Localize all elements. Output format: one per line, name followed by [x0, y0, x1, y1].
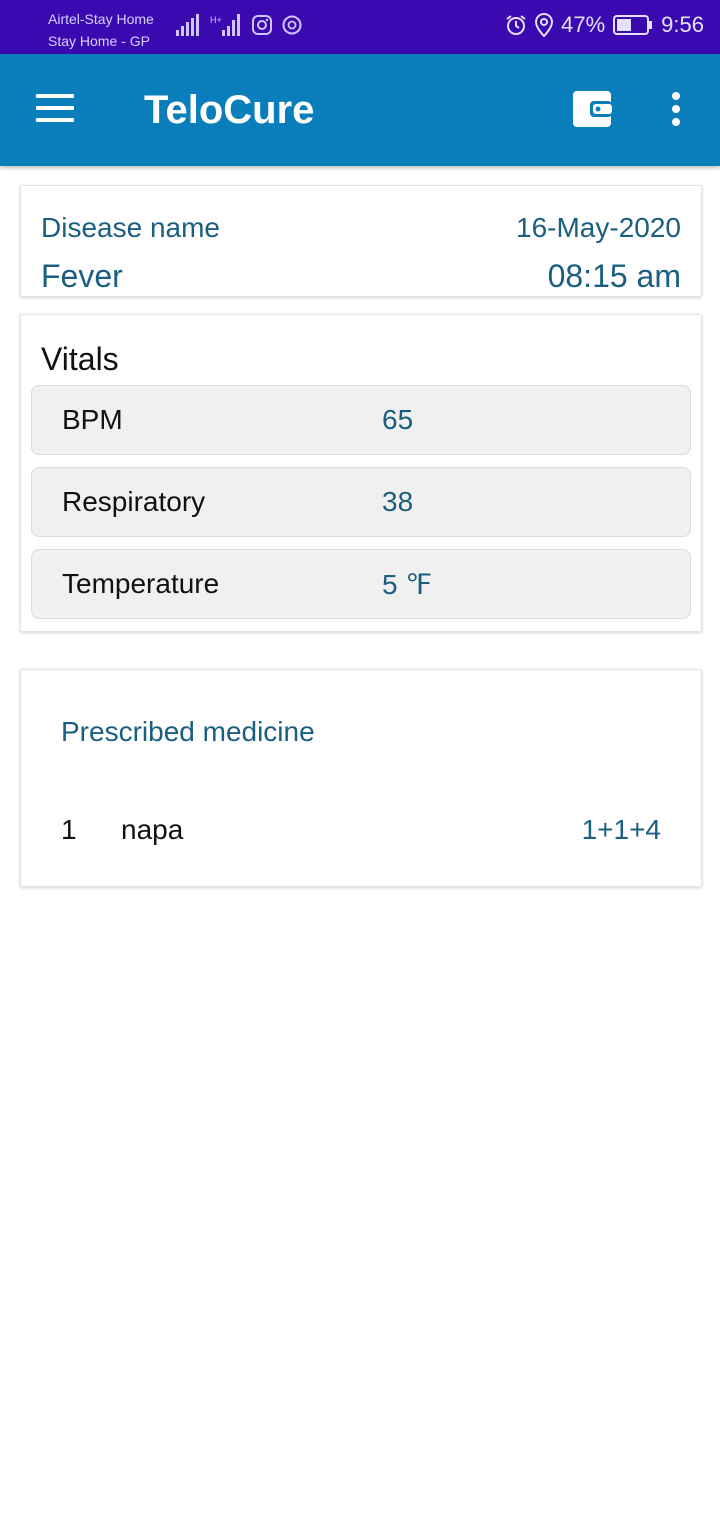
- prescription-card: Prescribed medicine 1 napa 1+1+4: [20, 669, 702, 887]
- disease-date: 16-May-2020: [516, 212, 681, 243]
- vital-row-bpm: BPM 65: [31, 385, 691, 455]
- more-dot: [672, 118, 680, 126]
- medicine-dose: 1+1+4: [581, 814, 661, 845]
- status-bar: Airtel-Stay Home Stay Home - GP H+ 47% 9…: [0, 0, 720, 54]
- signal-icon: [176, 14, 199, 36]
- notification-badge-icon: [282, 15, 302, 35]
- vital-value: 65: [382, 404, 414, 435]
- wallet-icon: [573, 91, 612, 127]
- carrier-info: Airtel-Stay Home Stay Home - GP: [48, 8, 154, 52]
- vital-value: 5 ℉: [382, 569, 432, 600]
- app-bar: TeloCure: [0, 54, 720, 166]
- battery-icon: [613, 15, 653, 35]
- disease-time: 08:15 am: [547, 258, 681, 294]
- prescription-title: Prescribed medicine: [61, 716, 315, 747]
- vital-name: Temperature: [62, 568, 220, 599]
- location-icon: [535, 13, 554, 37]
- menu-button[interactable]: [36, 94, 76, 124]
- carrier-line-2: Stay Home - GP: [48, 33, 150, 49]
- battery-percent: 47%: [561, 12, 606, 37]
- menu-icon-line: [36, 106, 74, 110]
- vital-name: BPM: [62, 404, 123, 435]
- menu-icon-line: [36, 94, 74, 98]
- vitals-card: Vitals BPM 65 Respiratory 38 Temperature…: [20, 314, 702, 632]
- instagram-icon: [252, 15, 272, 35]
- alarm-icon: [506, 15, 526, 35]
- vital-row-respiratory: Respiratory 38: [31, 467, 691, 537]
- menu-icon-line: [36, 118, 74, 122]
- disease-label: Disease name: [41, 212, 220, 243]
- status-right: 47% 9:56: [505, 12, 704, 38]
- more-options-button[interactable]: [668, 92, 684, 128]
- app-title: TeloCure: [144, 88, 315, 132]
- more-dot: [672, 92, 680, 100]
- vital-name: Respiratory: [62, 486, 206, 517]
- more-dot: [672, 105, 680, 113]
- status-icons: H+: [176, 14, 302, 36]
- disease-name: Fever: [41, 258, 123, 294]
- vital-value: 38: [382, 486, 414, 517]
- signal-hplus-icon: H+: [210, 14, 240, 36]
- disease-card: Disease name 16-May-2020 Fever 08:15 am: [20, 185, 702, 297]
- carrier-line-1: Airtel-Stay Home: [48, 11, 154, 27]
- vitals-title: Vitals: [41, 341, 119, 377]
- svg-text:H+: H+: [210, 15, 222, 25]
- medicine-index: 1: [61, 814, 77, 845]
- status-time: 9:56: [661, 12, 704, 37]
- wallet-button[interactable]: [572, 90, 612, 128]
- medicine-name: napa: [121, 814, 184, 845]
- vital-row-temperature: Temperature 5 ℉: [31, 549, 691, 619]
